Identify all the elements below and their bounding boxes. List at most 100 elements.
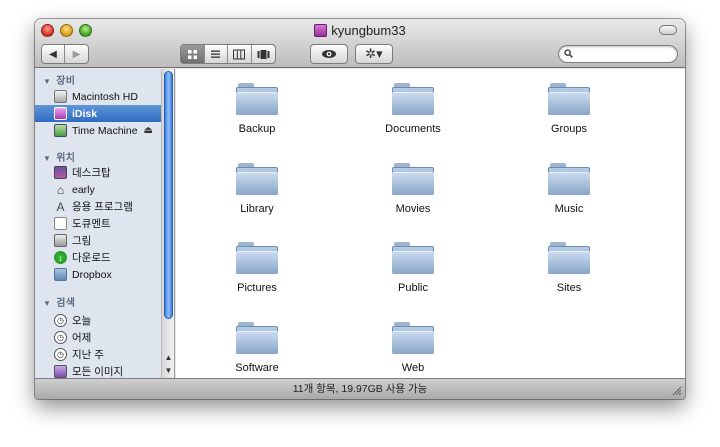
scroll-up-arrow-icon[interactable]: ▲ (162, 351, 174, 364)
sidebar-item-yesterday[interactable]: ◷ 어제 (35, 329, 161, 346)
forward-arrow-icon: ▶ (72, 48, 81, 60)
sidebar-item-desktop[interactable]: 데스크탑 (35, 164, 161, 181)
toolbar-toggle-button[interactable] (659, 25, 677, 35)
icon-view-button[interactable] (181, 45, 205, 63)
sidebar-section-devices[interactable]: ▼ 장비 (43, 72, 75, 87)
folder-item-library[interactable]: Library (197, 163, 317, 215)
sidebar-item-label: Time Machine (72, 124, 138, 137)
window-title: kyungbum33 (35, 23, 685, 38)
sidebar-item-today[interactable]: ◷ 오늘 (35, 312, 161, 329)
file-icon-grid: Backup Documents Groups Library Movies M… (176, 69, 685, 378)
eye-icon (322, 50, 336, 58)
section-title: 검색 (56, 298, 76, 309)
pictures-icon (54, 234, 67, 247)
folder-item-music[interactable]: Music (509, 163, 629, 215)
desktop-icon (54, 166, 67, 179)
sidebar-item-label: 그림 (72, 235, 92, 247)
gear-icon: ✲▾ (365, 46, 383, 61)
sidebar-item-time-machine[interactable]: Time Machine ⏏ (35, 122, 161, 139)
sidebar-item-label: iDisk (72, 107, 98, 120)
sidebar-item-home[interactable]: ⌂ early (35, 181, 161, 198)
sidebar-item-idisk[interactable]: iDisk (35, 105, 161, 122)
back-arrow-icon: ◀ (49, 48, 57, 60)
disclosure-triangle-icon: ▼ (43, 77, 52, 86)
sidebar-item-label: 데스크탑 (72, 167, 111, 179)
folder-icon (392, 83, 434, 115)
folder-label: Documents (385, 123, 441, 135)
search-field[interactable] (558, 45, 678, 63)
scroll-down-arrow-icon[interactable]: ▼ (162, 364, 174, 377)
quick-look-button[interactable] (310, 44, 348, 64)
folder-icon (548, 163, 590, 195)
folder-item-sites[interactable]: Sites (509, 242, 629, 294)
folder-item-groups[interactable]: Groups (509, 83, 629, 135)
status-text: 11개 항목, 19.97GB 사용 가능 (292, 383, 428, 395)
sidebar-item-all-images[interactable]: 모든 이미지 (35, 363, 161, 378)
folder-item-documents[interactable]: Documents (353, 83, 473, 135)
sidebar-item-documents[interactable]: 도큐멘트 (35, 215, 161, 232)
folder-item-movies[interactable]: Movies (353, 163, 473, 215)
folder-label: Software (235, 362, 279, 374)
back-button[interactable]: ◀ (42, 45, 66, 63)
sidebar-item-label: 지난 주 (72, 349, 104, 361)
folder-label: Music (554, 203, 584, 215)
folder-icon (392, 163, 434, 195)
folder-label: Web (401, 362, 425, 374)
sidebar-item-label: Dropbox (72, 268, 112, 281)
sidebar-section-places[interactable]: ▼ 위치 (43, 149, 75, 164)
column-view-icon (233, 49, 246, 59)
sidebar-item-applications[interactable]: A 응용 프로그램 (35, 198, 161, 215)
home-icon: ⌂ (56, 182, 65, 197)
clock-icon: ◷ (54, 314, 67, 327)
finder-window: kyungbum33 ◀ ▶ ✲▾ ▼ 장비 Macintosh HD iDis… (35, 19, 685, 399)
coverflow-view-button[interactable] (252, 45, 275, 63)
folder-item-web[interactable]: Web (353, 322, 473, 374)
folder-label: Groups (550, 123, 588, 135)
sidebar-item-pictures[interactable]: 그림 (35, 232, 161, 249)
title-bar[interactable]: kyungbum33 ◀ ▶ ✲▾ (35, 19, 685, 68)
folder-icon (548, 242, 590, 274)
status-bar: 11개 항목, 19.97GB 사용 가능 (35, 378, 685, 399)
folder-item-pictures[interactable]: Pictures (197, 242, 317, 294)
all-images-icon (54, 365, 67, 378)
sidebar-item-label: 다운로드 (72, 252, 111, 264)
coverflow-view-icon (257, 49, 270, 59)
downloads-icon: ↓ (54, 251, 67, 264)
sidebar-item-dropbox[interactable]: Dropbox (35, 266, 161, 283)
disclosure-triangle-icon: ▼ (43, 299, 52, 308)
sidebar-item-last-week[interactable]: ◷ 지난 주 (35, 346, 161, 363)
sidebar-scroll-thumb[interactable] (164, 71, 173, 319)
sidebar-item-macintosh-hd[interactable]: Macintosh HD (35, 88, 161, 105)
sidebar-scrollbar[interactable]: ▲ ▼ (161, 69, 174, 378)
forward-button[interactable]: ▶ (65, 45, 88, 63)
sidebar-item-downloads[interactable]: ↓ 다운로드 (35, 249, 161, 266)
column-view-button[interactable] (228, 45, 252, 63)
sidebar-section-search[interactable]: ▼ 검색 (43, 294, 75, 309)
sidebar-item-label: 도큐멘트 (72, 218, 111, 230)
sidebar: ▼ 장비 Macintosh HD iDisk Time Machine ⏏ ▼ 위… (35, 69, 175, 378)
folder-item-backup[interactable]: Backup (197, 83, 317, 135)
folder-item-software[interactable]: Software (197, 322, 317, 374)
sidebar-item-label: 응용 프로그램 (72, 201, 133, 213)
folder-item-public[interactable]: Public (353, 242, 473, 294)
eject-icon[interactable]: ⏏ (144, 125, 153, 136)
section-title: 장비 (56, 76, 76, 87)
list-view-icon (211, 50, 221, 58)
action-menu-button[interactable]: ✲▾ (355, 44, 393, 64)
folder-label: Movies (395, 203, 431, 215)
folder-icon (236, 322, 278, 354)
folder-icon (392, 322, 434, 354)
sidebar-item-label: 오늘 (72, 315, 92, 327)
resize-grip-icon[interactable] (671, 385, 681, 395)
folder-icon (392, 242, 434, 274)
back-forward-control: ◀ ▶ (41, 44, 89, 64)
idisk-icon (54, 107, 67, 120)
folder-label: Backup (238, 123, 276, 135)
list-view-button[interactable] (205, 45, 228, 63)
documents-icon (54, 217, 67, 230)
sidebar-item-label: 모든 이미지 (72, 366, 124, 378)
search-input[interactable] (577, 48, 673, 61)
search-icon (564, 49, 573, 58)
time-machine-icon (54, 124, 67, 137)
sidebar-item-label: Macintosh HD (72, 90, 138, 103)
